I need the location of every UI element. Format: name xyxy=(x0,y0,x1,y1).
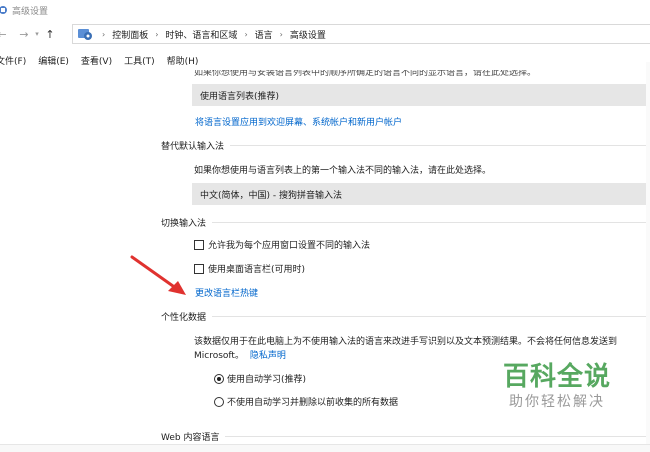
privacy-statement-link[interactable]: 隐私声明 xyxy=(250,351,286,361)
divider xyxy=(230,145,650,146)
watermark-logo: 百科全说 助你轻松解决 xyxy=(482,362,632,422)
personalization-data-heading: 个性化数据 xyxy=(161,310,650,323)
input-method-override-heading: 替代默认输入法 xyxy=(161,139,650,152)
breadcrumb-item-clock-language-region[interactable]: 时钟、语言和区域 xyxy=(165,28,237,41)
title-bar: 高级设置 xyxy=(0,0,650,20)
personalization-description: 该数据仅用于在此电脑上为不使用输入法的语言来改进手写识别以及文本预测结果。不会将… xyxy=(194,337,618,347)
desktop-language-bar-checkbox-row[interactable]: 使用桌面语言栏(可用时) xyxy=(194,262,305,275)
default-input-method-dropdown[interactable]: 中文(简体，中国) - 搜狗拼音输入法 xyxy=(192,183,650,205)
control-panel-icon xyxy=(78,29,92,40)
chevron-right-icon: › xyxy=(102,29,106,39)
auto-learning-radio-row[interactable]: 使用自动学习(推荐) xyxy=(214,372,306,385)
bottom-button-strip xyxy=(0,444,650,452)
watermark-sub-text: 助你轻松解决 xyxy=(509,394,605,410)
section-heading-text: 替代默认输入法 xyxy=(161,142,225,152)
microsoft-text: Microsoft。 xyxy=(194,351,244,361)
desktop-language-bar-label[interactable]: 使用桌面语言栏(可用时) xyxy=(208,262,305,275)
display-language-description: 如果你想使用与安装语言列表中的顺序所确定的语言不同的显示语言，请在此处选择。 xyxy=(194,68,537,78)
breadcrumb-item-advanced-settings[interactable]: 高级设置 xyxy=(290,28,326,41)
breadcrumb-item-control-panel[interactable]: 控制面板 xyxy=(112,28,148,41)
divider xyxy=(212,316,650,317)
back-arrow-icon[interactable]: ← xyxy=(0,26,10,42)
address-bar: ← → ▾ ↑ › 控制面板 › 时钟、语言和区域 › 语言 › 高级设置 xyxy=(0,22,650,46)
no-auto-learning-radio-row[interactable]: 不使用自动学习并删除以前收集的所有数据 xyxy=(214,395,398,408)
desktop-language-bar-checkbox[interactable] xyxy=(194,263,204,274)
per-app-input-checkbox-row[interactable]: 允许我为每个应用窗口设置不同的输入法 xyxy=(194,238,370,251)
breadcrumb-item-language[interactable]: 语言 xyxy=(255,28,273,41)
input-method-description: 如果你想使用与语言列表上的第一个输入法不同的输入法，请在此处选择。 xyxy=(194,166,492,176)
apply-to-welcome-screen-link[interactable]: 将语言设置应用到欢迎屏幕、系统帐户和新用户帐户 xyxy=(195,115,402,128)
section-heading-text: 切换输入法 xyxy=(161,219,207,229)
scrollbar[interactable] xyxy=(646,62,650,444)
no-auto-learning-label[interactable]: 不使用自动学习并删除以前收集的所有数据 xyxy=(227,395,398,408)
divider xyxy=(225,436,650,437)
chevron-right-icon[interactable]: › xyxy=(155,30,158,39)
change-language-bar-hotkeys-link[interactable]: 更改语言栏热键 xyxy=(195,286,258,299)
window-title: 高级设置 xyxy=(12,6,49,17)
section-heading-text: 个性化数据 xyxy=(161,313,207,323)
display-language-dropdown[interactable]: 使用语言列表(推荐) xyxy=(192,84,650,106)
auto-learning-label[interactable]: 使用自动学习(推荐) xyxy=(227,372,306,385)
web-content-language-heading: Web 内容语言 xyxy=(161,430,650,443)
control-panel-icon xyxy=(0,6,7,14)
no-auto-learning-radio[interactable] xyxy=(214,396,224,407)
per-app-input-label[interactable]: 允许我为每个应用窗口设置不同的输入法 xyxy=(208,238,370,251)
section-heading-text: Web 内容语言 xyxy=(161,433,220,443)
personalization-description-line2: Microsoft。 隐私声明 xyxy=(194,348,286,361)
forward-arrow-icon[interactable]: → xyxy=(16,26,32,42)
auto-learning-radio[interactable] xyxy=(214,373,224,384)
switch-input-method-heading: 切换输入法 xyxy=(161,216,650,229)
up-arrow-icon[interactable]: ↑ xyxy=(42,26,58,42)
breadcrumb: › 控制面板 › 时钟、语言和区域 › 语言 › 高级设置 xyxy=(72,24,650,44)
recent-dropdown-icon[interactable]: ▾ xyxy=(32,26,42,42)
watermark-main-text: 百科全说 xyxy=(502,362,611,392)
annotation-arrow xyxy=(130,255,186,295)
divider xyxy=(212,222,650,223)
chevron-right-icon[interactable]: › xyxy=(280,30,283,39)
chevron-right-icon[interactable]: › xyxy=(244,30,247,39)
per-app-input-checkbox[interactable] xyxy=(194,239,204,250)
